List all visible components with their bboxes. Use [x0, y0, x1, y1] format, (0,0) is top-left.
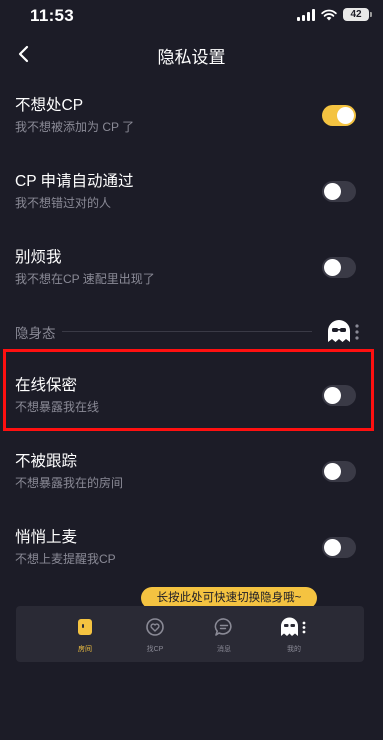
auto-accept-toggle[interactable]: [322, 181, 356, 202]
setting-desc: 我不想在CP 速配里出现了: [15, 272, 155, 286]
section-header-stealth: 隐身态: [0, 318, 383, 346]
do-not-disturb-toggle[interactable]: [322, 257, 356, 278]
status-bar: 11:53 42: [0, 0, 383, 32]
room-icon: [74, 616, 96, 638]
find-cp-icon: [144, 616, 166, 638]
wifi-icon: [321, 9, 337, 20]
setting-row-no-tracking: 不被跟踪 不想暴露我在的房间: [0, 449, 383, 511]
setting-title: 不想处CP: [15, 97, 84, 114]
setting-title: CP 申请自动通过: [15, 173, 134, 190]
signal-icon: [297, 8, 315, 21]
setting-title: 别烦我: [15, 249, 62, 266]
divider: [62, 331, 312, 332]
setting-desc: 不想暴露我在线: [15, 400, 100, 414]
no-cp-toggle[interactable]: [322, 105, 356, 126]
ghost-icon: [279, 616, 309, 638]
section-label: 隐身态: [15, 326, 56, 341]
setting-title: 在线保密: [15, 377, 78, 394]
nav-label: 找CP: [146, 646, 164, 653]
setting-desc: 不想暴露我在的房间: [15, 476, 124, 490]
quiet-mic-toggle[interactable]: [322, 537, 356, 558]
nav-label: 房间: [78, 646, 92, 653]
nav-item-mine[interactable]: 我的: [262, 606, 326, 662]
nav-label: 我的: [287, 646, 301, 653]
setting-title: 不被跟踪: [15, 453, 78, 470]
setting-desc: 我不想被添加为 CP 了: [15, 120, 135, 134]
bottom-nav: 房间 找CP 消息 我的: [16, 606, 364, 662]
nav-item-room[interactable]: 房间: [53, 606, 117, 662]
nav-item-messages[interactable]: 消息: [192, 606, 256, 662]
nav-item-find-cp[interactable]: 找CP: [123, 606, 187, 662]
no-tracking-toggle[interactable]: [322, 461, 356, 482]
page-title: 隐私设置: [157, 48, 226, 67]
setting-row-do-not-disturb: 别烦我 我不想在CP 速配里出现了: [0, 245, 383, 307]
setting-row-auto-accept: CP 申请自动通过 我不想错过对的人: [0, 169, 383, 231]
message-icon: [213, 616, 235, 638]
setting-row-online-privacy: 在线保密 不想暴露我在线: [0, 373, 383, 435]
setting-title: 悄悄上麦: [15, 529, 78, 546]
nav-bar: 隐私设置: [0, 32, 383, 76]
setting-row-no-cp: 不想处CP 我不想被添加为 CP 了: [0, 93, 383, 155]
status-icons: 42: [297, 8, 372, 21]
setting-row-quiet-mic: 悄悄上麦 不想上麦提醒我CP: [0, 525, 383, 587]
setting-desc: 不想上麦提醒我CP: [15, 552, 116, 566]
setting-desc: 我不想错过对的人: [15, 196, 112, 210]
online-privacy-toggle[interactable]: [322, 385, 356, 406]
ghost-icon: [325, 318, 361, 346]
battery-icon: 42: [343, 8, 372, 21]
nav-label: 消息: [217, 646, 231, 653]
status-time: 11:53: [30, 6, 75, 25]
